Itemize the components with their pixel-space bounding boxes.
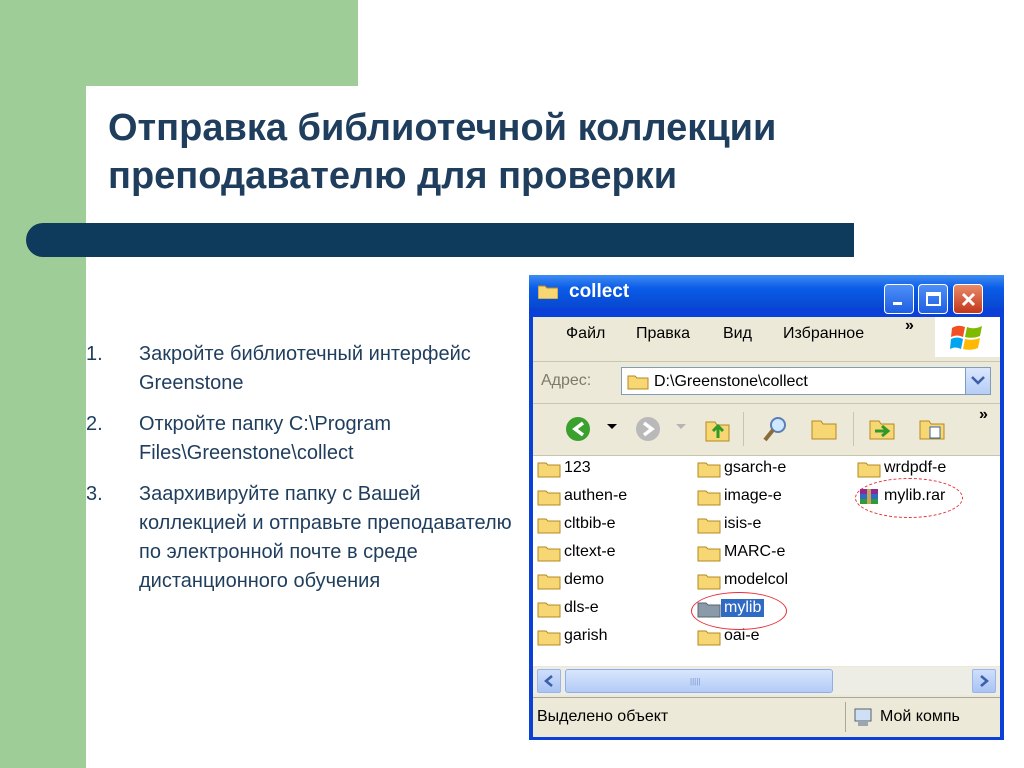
menu-overflow-chevron[interactable]: » [905,317,914,335]
file-name: cltbib-e [564,515,616,532]
step-item: 1. Закройте библиотечный интерфейс Green… [86,340,522,398]
file-name: garish [564,627,608,644]
minimize-icon [893,302,902,305]
explorer-window: collect Файл Правка Вид Избранное » Адре… [529,275,1004,740]
slide-title-line-1: Отправка библиотечной коллекции [108,107,777,149]
step-number: 3. [86,483,103,505]
folder-icon [537,518,561,534]
address-input[interactable]: D:\Greenstone\collect [621,367,991,395]
horizontal-scrollbar[interactable]: ||||| [533,667,1000,695]
up-folder-icon[interactable] [703,414,733,444]
menu-file[interactable]: Файл [566,325,605,343]
folder-icon [537,546,561,562]
folders-icon[interactable] [809,414,839,444]
chevron-down-icon [971,376,985,385]
toolbar-separator [853,412,854,446]
folder-icon [697,490,721,506]
back-button[interactable] [565,414,597,444]
scroll-right-button[interactable] [972,669,996,693]
step-number: 1. [86,343,103,365]
windows-logo-panel [935,317,1000,357]
menu-favorites[interactable]: Избранное [783,325,864,343]
folder-icon [537,490,561,506]
highlight-oval-rar [855,478,963,518]
scroll-grip: ||||| [690,677,701,686]
file-name: demo [564,571,605,588]
green-background-top [86,0,358,86]
step-item: 2. Откройте папку C:\Program Files\Green… [86,410,522,468]
file-name: gsarch-e [724,459,787,476]
folder-icon [697,462,721,478]
my-computer-icon [854,708,872,726]
menu-view[interactable]: Вид [723,325,752,343]
chevron-left-icon [544,675,553,687]
search-icon[interactable] [761,414,791,444]
folder-icon [697,574,721,590]
maximize-icon [926,292,941,306]
forward-dropdown-icon[interactable] [676,424,686,432]
step-item: 3. Заархивируйте папку с Вашей коллекцие… [86,480,522,596]
slide-title: Отправка библиотечной коллекции преподав… [108,104,988,200]
folder-icon [537,462,561,478]
window-titlebar[interactable]: collect [529,275,1004,314]
step-text: Откройте папку C:\Program Files\Greensto… [139,413,392,464]
folder-icon [537,630,561,646]
close-button[interactable] [953,284,983,314]
windows-logo-icon [950,325,982,350]
folder-icon [697,546,721,562]
file-name: 123 [564,459,591,476]
file-list: 123 authen-e cltbib-e cltext-e demo dls-… [533,455,1000,666]
address-dropdown-button[interactable] [965,368,990,394]
folder-icon [538,285,558,299]
menu-bar: Файл Правка Вид Избранное » [533,317,933,349]
slide-title-line-2: преподавателю для проверки [108,155,678,197]
close-icon [961,292,976,307]
folder-icon [697,518,721,534]
folder-icon [537,574,561,590]
steps-list: 1. Закройте библиотечный интерфейс Green… [86,340,522,608]
file-name: modelcol [724,571,789,588]
forward-button[interactable] [635,414,667,444]
window-title: collect [569,281,630,302]
file-name: image-e [724,487,782,504]
folder-icon [537,602,561,618]
address-bar: Адрес: D:\Greenstone\collect [533,361,1000,402]
highlight-oval-mylib [691,592,787,630]
minimize-button[interactable] [884,284,914,314]
file-name: dls-e [564,599,599,616]
file-name: authen-e [564,487,628,504]
status-location-text: Мой компь [880,708,960,725]
maximize-button[interactable] [918,284,948,314]
status-separator [845,702,846,732]
status-selection-text: Выделено объект [537,708,669,725]
toolbar-separator [743,412,744,446]
window-client-area: Файл Правка Вид Избранное » Адрес: D:\Gr… [533,317,1000,737]
move-to-icon[interactable] [867,414,899,444]
status-bar: Выделено объект Мой компь [533,697,1000,737]
address-label: Адрес: [541,372,592,389]
copy-to-icon[interactable] [917,414,949,444]
toolbar-overflow-chevron[interactable]: » [979,406,988,424]
chevron-right-icon [980,675,989,687]
menu-edit[interactable]: Правка [636,325,690,343]
step-text: Закройте библиотечный интерфейс Greensto… [139,343,471,394]
scroll-thumb[interactable]: ||||| [565,669,833,693]
scroll-left-button[interactable] [537,669,561,693]
toolbar: » [533,403,1000,454]
step-number: 2. [86,413,103,435]
file-name: isis-e [724,515,762,532]
green-background-left [0,0,86,768]
folder-icon [697,630,721,646]
folder-icon [857,462,881,478]
file-name: MARC-e [724,543,786,560]
folder-icon [627,375,649,390]
step-text: Заархивируйте папку с Вашей коллекцией и… [139,483,512,592]
file-name: wrdpdf-e [884,459,947,476]
file-name: cltext-e [564,543,616,560]
title-underline-bar [26,223,854,257]
back-dropdown-icon[interactable] [607,424,617,432]
address-value: D:\Greenstone\collect [654,373,808,390]
